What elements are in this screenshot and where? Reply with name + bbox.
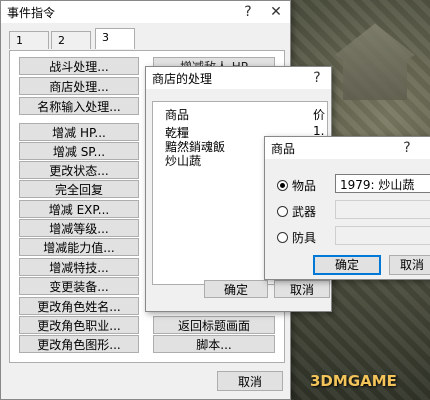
item-select-field[interactable]: 1979: 炒山蔬	[335, 174, 430, 193]
watermark-logo: 3DMGAME	[310, 372, 430, 396]
change-hp-button[interactable]: 增减 HP...	[19, 123, 139, 141]
radio-button-checked-icon[interactable]	[277, 180, 288, 191]
tab-1[interactable]: 1	[9, 31, 49, 49]
change-sp-button[interactable]: 增减 SP...	[19, 142, 139, 160]
radio-button-icon[interactable]	[277, 206, 288, 217]
help-icon[interactable]: ?	[393, 140, 421, 156]
shop-titlebar: 商店的处理 ?	[146, 67, 331, 89]
weapon-select-field[interactable]	[335, 200, 430, 219]
change-parameters-button[interactable]: 增减能力值...	[19, 238, 139, 256]
radio-armor-label: 防具	[292, 231, 317, 245]
shop-processing-button[interactable]: 商店处理...	[19, 77, 139, 95]
goods-cancel-button[interactable]: 取消	[389, 255, 430, 275]
radio-weapon-label: 武器	[292, 205, 317, 219]
list-item[interactable]: 炒山蔬	[165, 152, 201, 169]
change-level-button[interactable]: 增减等级...	[19, 219, 139, 237]
radio-item-label: 物品	[292, 179, 317, 193]
event-command-titlebar: 事件指令 ? ✕	[1, 1, 290, 23]
change-skills-button[interactable]: 增减特技...	[19, 258, 139, 276]
script-button[interactable]: 脚本...	[153, 335, 275, 353]
radio-item[interactable]: 物品	[277, 177, 316, 194]
event-command-title: 事件指令	[7, 5, 56, 20]
full-recovery-button[interactable]: 完全回复	[19, 180, 139, 198]
watermark-brand: 3DMGAME	[310, 372, 397, 390]
radio-armor[interactable]: 防具	[277, 229, 316, 246]
close-icon[interactable]: ✕	[262, 4, 290, 20]
goods-dialog: 商品 ? 物品 1979: 炒山蔬 武器 防具 确定 取消	[264, 136, 430, 280]
change-exp-button[interactable]: 增减 EXP...	[19, 200, 139, 218]
armor-select-field[interactable]	[335, 226, 430, 245]
shop-title: 商店的处理	[152, 71, 213, 86]
goods-titlebar: 商品 ?	[265, 137, 430, 159]
tab-3[interactable]: 3	[95, 28, 135, 49]
radio-button-icon[interactable]	[277, 232, 288, 243]
radio-weapon[interactable]: 武器	[277, 203, 316, 220]
return-to-title-button[interactable]: 返回标题画面	[153, 316, 275, 334]
col-item-header: 商品	[165, 108, 190, 122]
goods-title: 商品	[271, 141, 296, 156]
change-actor-graphic-button[interactable]: 更改角色图形...	[19, 335, 139, 353]
shop-ok-button[interactable]: 确定	[204, 280, 268, 298]
change-actor-class-button[interactable]: 更改角色职业...	[19, 316, 139, 334]
goods-ok-button[interactable]: 确定	[313, 255, 381, 275]
help-icon[interactable]: ?	[234, 4, 262, 20]
name-input-button[interactable]: 名称输入处理...	[19, 97, 139, 115]
battle-processing-button[interactable]: 战斗处理...	[19, 57, 139, 75]
help-icon[interactable]: ?	[303, 70, 331, 86]
shop-cancel-button[interactable]: 取消	[274, 280, 330, 298]
main-cancel-button[interactable]: 取消	[217, 371, 283, 391]
col-price-header: 价	[313, 108, 326, 122]
change-equipment-button[interactable]: 变更装备...	[19, 277, 139, 295]
change-state-button[interactable]: 更改状态...	[19, 161, 139, 179]
tab-2[interactable]: 2	[51, 31, 91, 49]
change-actor-name-button[interactable]: 更改角色姓名...	[19, 297, 139, 315]
